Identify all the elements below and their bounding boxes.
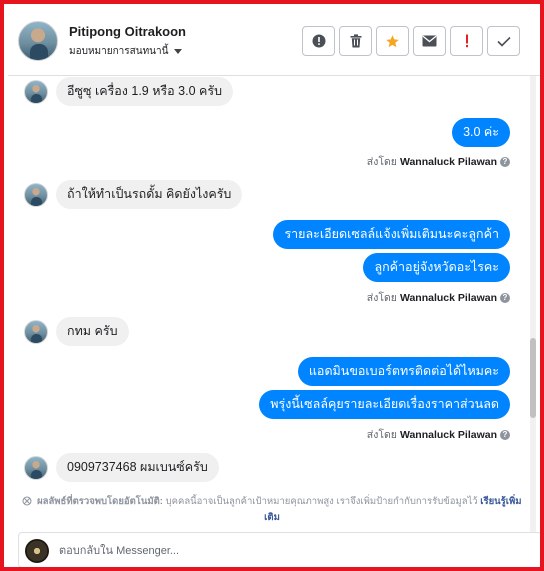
outgoing-message: รายละเอียดเซลล์แจ้งเพิ่มเติมนะคะลูกค้า bbox=[273, 220, 510, 249]
assign-conversation-dropdown[interactable]: มอบหมายการสนทนานี้ bbox=[69, 44, 183, 59]
mark-done-button[interactable] bbox=[487, 26, 520, 56]
contact-avatar-small bbox=[24, 183, 48, 207]
page-avatar bbox=[25, 539, 49, 563]
caret-down-icon bbox=[174, 49, 183, 54]
contact-name[interactable]: Pitipong Oitrakoon bbox=[69, 24, 186, 39]
exclamation-circle-icon bbox=[312, 34, 325, 48]
reply-input[interactable] bbox=[59, 541, 529, 561]
conversation-header: Pitipong Oitrakoon มอบหมายการสนทนานี้ bbox=[8, 8, 540, 76]
contact-avatar-small bbox=[24, 456, 48, 480]
exclamation-icon bbox=[465, 34, 468, 48]
star-icon bbox=[386, 34, 399, 47]
lead-detection-notice: ผลลัพธ์ที่ตรวจพบโดยอัตโนมัติ: บุคคลนี้อา… bbox=[22, 494, 522, 526]
incoming-message: อีซูซุ เครื่อง 1.9 หรือ 3.0 ครับ bbox=[56, 77, 234, 106]
contact-avatar-small bbox=[24, 320, 48, 344]
scrollbar-track[interactable] bbox=[530, 76, 536, 532]
sent-by-prefix: ส่งโดย bbox=[366, 429, 397, 441]
outgoing-message: ลูกค้าอยู่จังหวัดอะไรคะ bbox=[363, 253, 510, 282]
message-thread: อีซูซุ เครื่อง 1.9 หรือ 3.0 ครับ 3.0 ค่ะ… bbox=[8, 76, 534, 532]
question-icon[interactable]: ? bbox=[500, 292, 510, 303]
header-actions bbox=[302, 26, 520, 56]
contact-avatar[interactable] bbox=[18, 21, 58, 61]
sent-by-prefix: ส่งโดย bbox=[366, 292, 397, 304]
sent-by-agent: Wannaluck Pilawan bbox=[399, 291, 497, 304]
sent-by-label: ส่งโดย Wannaluck Pilawan ? bbox=[367, 153, 510, 170]
spam-button[interactable] bbox=[450, 26, 483, 56]
question-icon[interactable]: ? bbox=[500, 156, 510, 167]
notice-body: บุคคลนี้อาจเป็นลูกค้าเป้าหมายคุณภาพสูง เ… bbox=[162, 496, 481, 507]
mark-unread-button[interactable] bbox=[413, 26, 446, 56]
sparkle-icon bbox=[22, 496, 32, 506]
incoming-message: 0909737468 ผมเบนซ์ครับ bbox=[56, 453, 219, 482]
star-button[interactable] bbox=[376, 26, 409, 56]
delete-button[interactable] bbox=[339, 26, 372, 56]
outgoing-message: พรุ่งนี้เซลล์คุยรายละเอียดเรื่องราคาส่วน… bbox=[259, 390, 510, 419]
envelope-icon bbox=[422, 35, 437, 47]
sent-by-label: ส่งโดย Wannaluck Pilawan ? bbox=[367, 426, 510, 443]
sent-by-prefix: ส่งโดย bbox=[366, 156, 397, 168]
contact-avatar-small bbox=[24, 80, 48, 104]
sent-by-agent: Wannaluck Pilawan bbox=[399, 155, 497, 168]
outgoing-message: 3.0 ค่ะ bbox=[452, 118, 510, 147]
assign-label: มอบหมายการสนทนานี้ bbox=[69, 46, 169, 57]
info-button[interactable] bbox=[302, 26, 335, 56]
checkmark-icon bbox=[496, 36, 511, 47]
scrollbar-thumb[interactable] bbox=[530, 338, 536, 418]
notice-title: ผลลัพธ์ที่ตรวจพบโดยอัตโนมัติ: bbox=[37, 496, 163, 507]
sent-by-label: ส่งโดย Wannaluck Pilawan ? bbox=[367, 289, 510, 306]
sent-by-agent: Wannaluck Pilawan bbox=[399, 428, 497, 441]
messenger-conversation-window: Pitipong Oitrakoon มอบหมายการสนทนานี้ อี… bbox=[0, 0, 544, 571]
reply-composer bbox=[18, 532, 540, 567]
incoming-message: กทม ครับ bbox=[56, 317, 129, 346]
outgoing-message: แอดมินขอเบอร์ตทรติดต่อได้ไหมคะ bbox=[297, 357, 510, 386]
incoming-message: ถ้าให้ทำเป็นรถดั้ม คิดยังไงครับ bbox=[56, 180, 243, 209]
question-icon[interactable]: ? bbox=[500, 429, 510, 440]
trash-icon bbox=[350, 34, 361, 48]
